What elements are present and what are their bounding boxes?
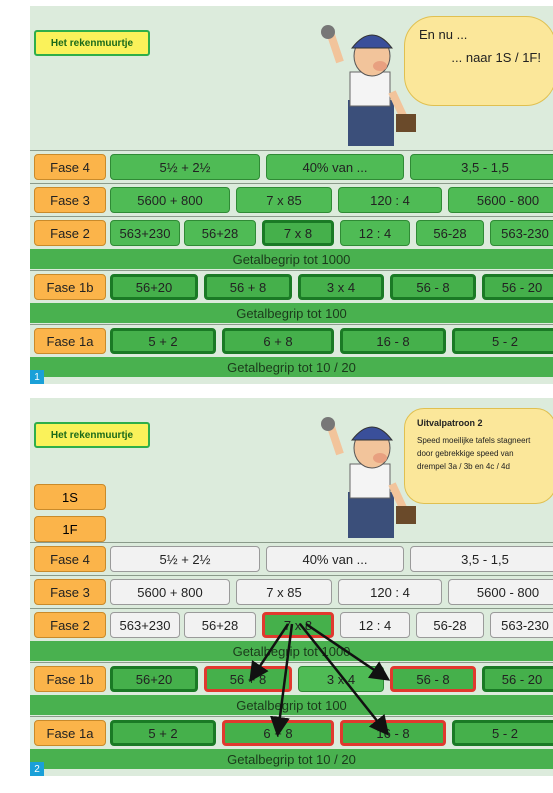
band-getalbegrip-20: Getalbegrip tot 10 / 20	[30, 749, 553, 769]
band-getalbegrip-100: Getalbegrip tot 100	[30, 303, 553, 323]
row-fase3: Fase 3 5600 + 800 7 x 85 120 : 4 5600 - …	[30, 183, 553, 215]
cell[interactable]: 6 + 8	[222, 328, 334, 354]
speech-body: Speed moeilijke tafels stagneert door ge…	[417, 436, 531, 471]
fase-label: Fase 3	[34, 579, 106, 605]
fase-label: Fase 3	[34, 187, 106, 213]
title-button[interactable]: Het rekenmuurtje	[34, 30, 150, 56]
fase-label: Fase 2	[34, 220, 106, 246]
cell[interactable]: 40% van ...	[266, 154, 404, 180]
cell[interactable]: 56+20	[110, 666, 198, 692]
speech-bubble: En nu ... ... naar 1S / 1F!	[404, 16, 553, 106]
cell-highlighted[interactable]: 6 + 8	[222, 720, 334, 746]
band-getalbegrip-20: Getalbegrip tot 10 / 20	[30, 357, 553, 377]
cell-highlighted[interactable]: 56 - 8	[390, 666, 476, 692]
cell[interactable]: 3 x 4	[298, 274, 384, 300]
wall-grid: Fase 4 5½ + 2½ 40% van ... 3,5 - 1,5 Fas…	[30, 542, 553, 776]
fase-label: Fase 1a	[34, 328, 106, 354]
speech-line-1: En nu ...	[419, 27, 468, 42]
tag-1f[interactable]: 1F	[34, 516, 106, 542]
cell[interactable]: 120 : 4	[338, 579, 442, 605]
rekenmuurtje-panel-2: Het rekenmuurtje 1S 1F Uitvalpatroon 2 S…	[30, 398, 553, 776]
cell[interactable]: 56+28	[184, 220, 256, 246]
cell[interactable]: 5½ + 2½	[110, 154, 260, 180]
cell[interactable]: 7 x 85	[236, 579, 332, 605]
cell[interactable]: 56 - 20	[482, 666, 553, 692]
cell[interactable]: 5600 - 800	[448, 187, 553, 213]
cell[interactable]: 56-28	[416, 612, 484, 638]
cell-highlighted[interactable]: 16 - 8	[340, 720, 446, 746]
cell[interactable]: 5 + 2	[110, 328, 216, 354]
title-button[interactable]: Het rekenmuurtje	[34, 422, 150, 448]
row-fase4: Fase 4 5½ + 2½ 40% van ... 3,5 - 1,5	[30, 150, 553, 182]
cell[interactable]: 12 : 4	[340, 220, 410, 246]
figure-number-badge: 2	[30, 762, 44, 776]
fase-label: Fase 2	[34, 612, 106, 638]
row-fase2: Fase 2 563+230 56+28 7 x 8 12 : 4 56-28 …	[30, 608, 553, 640]
band-getalbegrip-100: Getalbegrip tot 100	[30, 695, 553, 715]
speech-heading: Uitvalpatroon 2	[417, 418, 483, 428]
cell[interactable]: 3,5 - 1,5	[410, 546, 553, 572]
cell[interactable]: 563+230	[110, 220, 180, 246]
cell[interactable]: 3,5 - 1,5	[410, 154, 553, 180]
wall-grid: Fase 4 5½ + 2½ 40% van ... 3,5 - 1,5 Fas…	[30, 150, 553, 384]
speech-bubble: Uitvalpatroon 2 Speed moeilijke tafels s…	[404, 408, 553, 504]
tag-1s[interactable]: 1S	[34, 484, 106, 510]
cell[interactable]: 7 x 8	[262, 220, 334, 246]
cell[interactable]: 120 : 4	[338, 187, 442, 213]
row-fase1a: Fase 1a 5 + 2 6 + 8 16 - 8 5 - 2	[30, 324, 553, 356]
row-fase4: Fase 4 5½ + 2½ 40% van ... 3,5 - 1,5	[30, 542, 553, 574]
speech-line-2: ... naar 1S / 1F!	[451, 50, 541, 65]
cell[interactable]: 56 + 8	[204, 274, 292, 300]
band-getalbegrip-1000: Getalbegrip tot 1000	[30, 641, 553, 661]
cell[interactable]: 5600 + 800	[110, 579, 230, 605]
cell[interactable]: 563+230	[110, 612, 180, 638]
row-fase2: Fase 2 563+230 56+28 7 x 8 12 : 4 56-28 …	[30, 216, 553, 248]
row-fase1a: Fase 1a 5 + 2 6 + 8 16 - 8 5 - 2	[30, 716, 553, 748]
row-fase1b: Fase 1b 56+20 56 + 8 3 x 4 56 - 8 56 - 2…	[30, 662, 553, 694]
fase-label: Fase 1a	[34, 720, 106, 746]
cell[interactable]: 5 - 2	[452, 328, 553, 354]
cell[interactable]: 56-28	[416, 220, 484, 246]
fase-label: Fase 1b	[34, 666, 106, 692]
figure-number-badge: 1	[30, 370, 44, 384]
rekenmuurtje-panel-1: Het rekenmuurtje En nu ... ... naar 1S /…	[30, 6, 553, 384]
cell[interactable]: 56+20	[110, 274, 198, 300]
fase-label: Fase 4	[34, 546, 106, 572]
cell[interactable]: 12 : 4	[340, 612, 410, 638]
cell[interactable]: 40% van ...	[266, 546, 404, 572]
cell[interactable]: 56+28	[184, 612, 256, 638]
band-getalbegrip-1000: Getalbegrip tot 1000	[30, 249, 553, 269]
row-fase1b: Fase 1b 56+20 56 + 8 3 x 4 56 - 8 56 - 2…	[30, 270, 553, 302]
cell[interactable]: 563-230	[490, 612, 553, 638]
cell-highlighted[interactable]: 7 x 8	[262, 612, 334, 638]
cell[interactable]: 16 - 8	[340, 328, 446, 354]
cell[interactable]: 3 x 4	[298, 666, 384, 692]
fase-label: Fase 1b	[34, 274, 106, 300]
cell-highlighted[interactable]: 56 + 8	[204, 666, 292, 692]
cell[interactable]: 5½ + 2½	[110, 546, 260, 572]
cell[interactable]: 5 + 2	[110, 720, 216, 746]
cell[interactable]: 563-230	[490, 220, 553, 246]
cell[interactable]: 56 - 20	[482, 274, 553, 300]
cell[interactable]: 7 x 85	[236, 187, 332, 213]
cell[interactable]: 5 - 2	[452, 720, 553, 746]
row-fase3: Fase 3 5600 + 800 7 x 85 120 : 4 5600 - …	[30, 575, 553, 607]
cell[interactable]: 5600 - 800	[448, 579, 553, 605]
cell[interactable]: 56 - 8	[390, 274, 476, 300]
cell[interactable]: 5600 + 800	[110, 187, 230, 213]
fase-label: Fase 4	[34, 154, 106, 180]
